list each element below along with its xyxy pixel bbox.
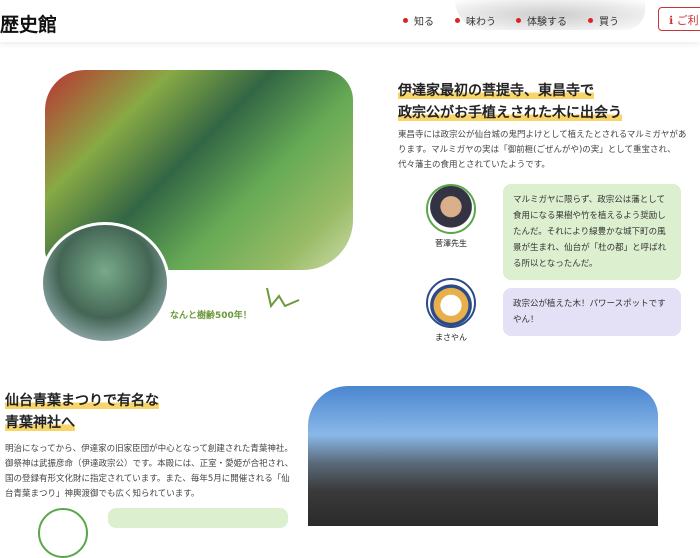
nav-label: 体験する [527, 17, 567, 28]
site-header: 歴史館 知る 味わう 体験する 買う ℹ ご利 [0, 0, 700, 42]
speaker-name: 菅澤先生 [435, 239, 467, 248]
info-button[interactable]: ℹ ご利 [658, 7, 700, 31]
section2-body: 明治になってから、伊達家の旧家臣団が中心となって創建された青葉神社。御祭神は武振… [5, 444, 294, 499]
avatar-sugasawa [426, 184, 476, 234]
speech-bubble: マルミガヤに限らず、政宗公は藩として食用になる果樹や竹を植えるよう奨励したんだ。… [503, 184, 681, 280]
avatar-masayan [426, 278, 476, 328]
bullet-icon [588, 18, 593, 23]
nav-label: 知る [414, 17, 434, 28]
bullet-icon [455, 18, 460, 23]
nav-label: 味わう [466, 17, 496, 28]
shrine-photo [308, 386, 658, 526]
bullet-icon [516, 18, 521, 23]
section1-body: 東昌寺には政宗公が仙台城の鬼門よけとして植えたとされるマルミガヤがあります。マル… [398, 130, 687, 170]
speech-bubble: 政宗公が植えた木！パワースポットですやん！ [503, 288, 681, 336]
section1-title: 伊達家最初の菩提寺、東昌寺で 政宗公がお手植えされた木に出会う [398, 83, 622, 121]
info-button-label: ご利 [676, 14, 699, 27]
speech-bubble [108, 508, 288, 528]
tree-photo [40, 222, 170, 344]
sparkle-doodle-icon [266, 287, 300, 309]
nav-item-taste[interactable]: 味わう [455, 13, 496, 28]
bullet-icon [403, 18, 408, 23]
section2-title: 仙台青葉まつりで有名な 青葉神社へ [5, 393, 159, 431]
nav-item-buy[interactable]: 買う [588, 13, 619, 28]
info-icon: ℹ [669, 14, 677, 27]
nav-item-know[interactable]: 知る [403, 13, 434, 28]
speaker-name: まさやん [435, 333, 467, 342]
avatar [38, 508, 88, 558]
site-logo[interactable]: 歴史館 [0, 10, 57, 37]
nav-item-experience[interactable]: 体験する [516, 13, 567, 28]
nav-label: 買う [599, 17, 619, 28]
photo-caption: なんと樹齢500年！ [170, 311, 252, 321]
